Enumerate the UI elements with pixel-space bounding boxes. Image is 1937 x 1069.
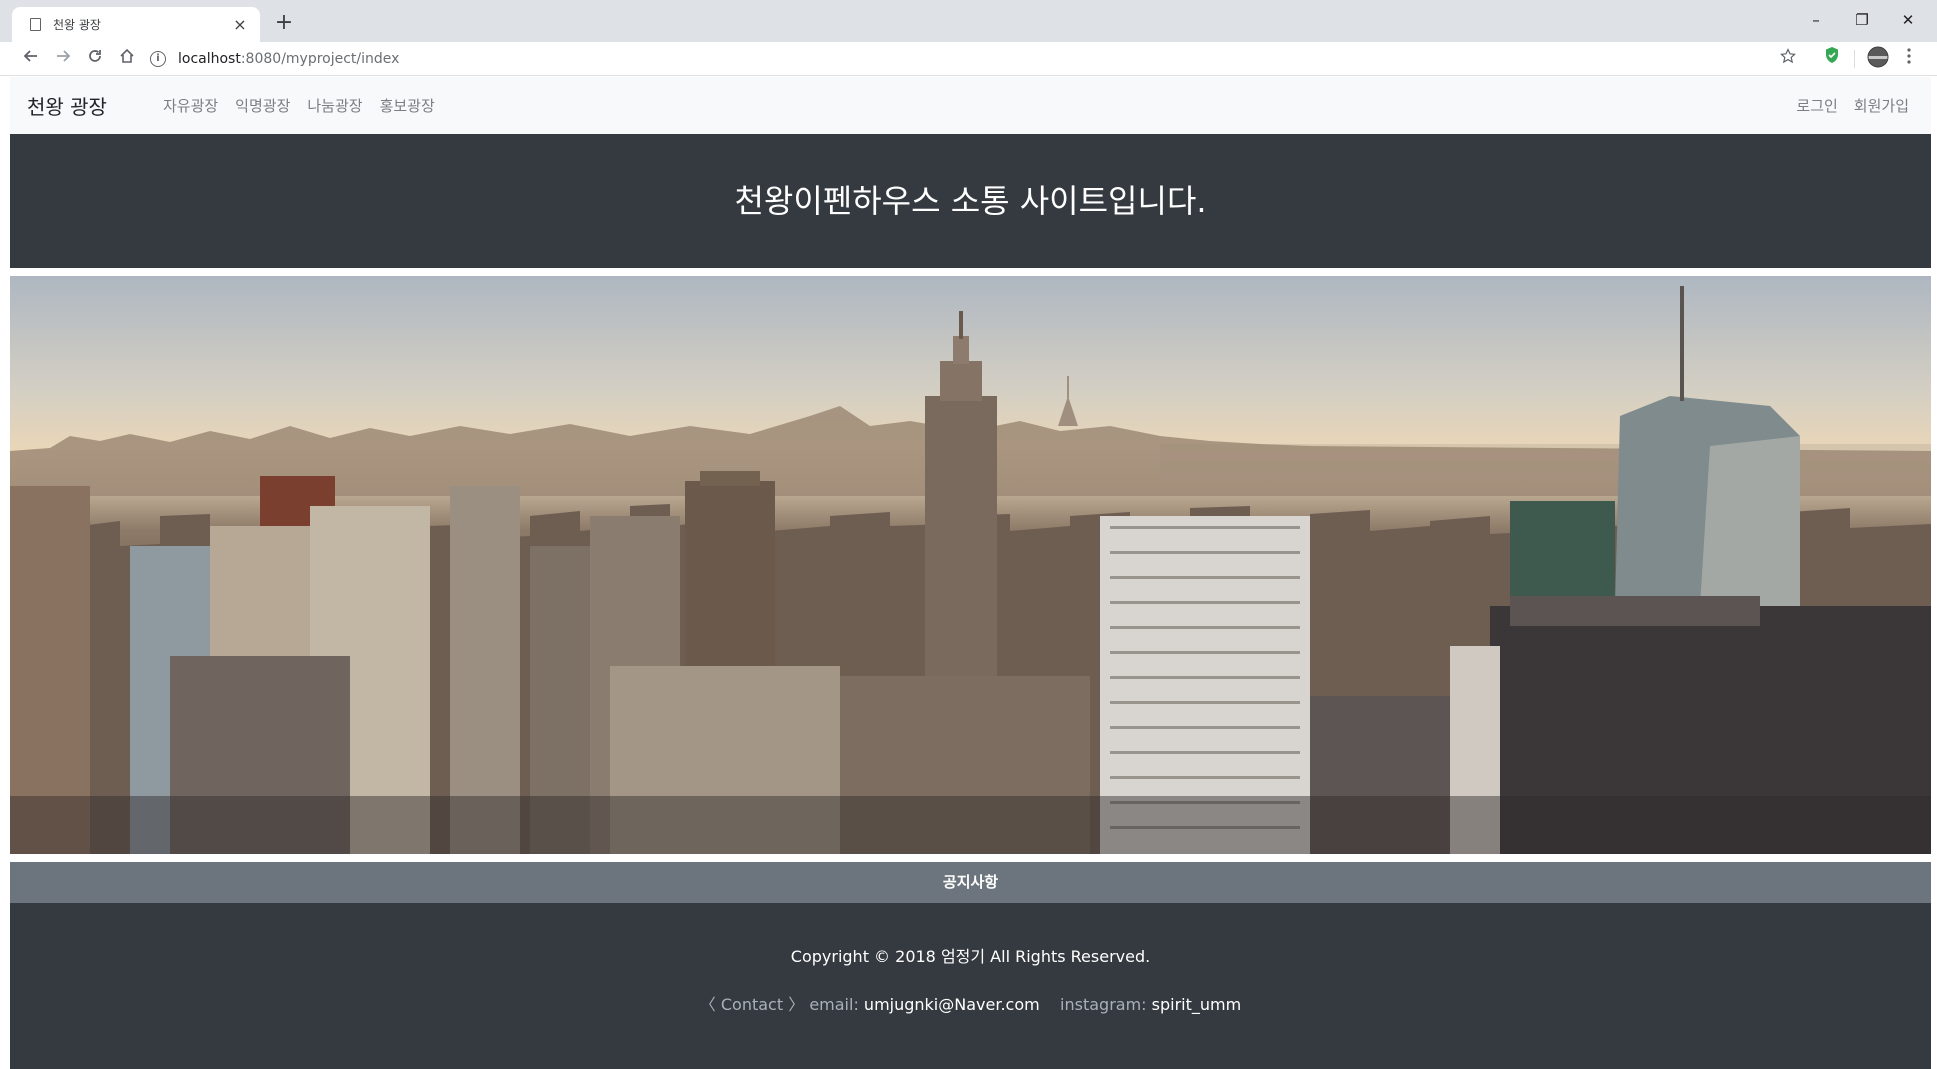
arrow-right-icon — [57, 50, 71, 62]
nav-link-promotion[interactable]: 홍보광장 — [380, 95, 435, 116]
notice-bar[interactable]: 공지사항 — [10, 862, 1931, 903]
url-path: :8080/myproject/index — [240, 51, 400, 67]
site-brand[interactable]: 천왕 광장 — [27, 91, 107, 120]
copyright-text: Copyright © 2018 엄정기 All Rights Reserved… — [790, 947, 1151, 966]
shield-icon[interactable] — [1821, 46, 1843, 72]
home-icon — [120, 48, 134, 63]
close-window-button[interactable]: ✕ — [1885, 6, 1931, 34]
email-value[interactable]: umjugnki@Naver.com — [864, 995, 1040, 1014]
instagram-value[interactable]: spirit_umm — [1152, 995, 1242, 1014]
url-host: localhost — [178, 51, 241, 67]
back-button[interactable] — [18, 46, 44, 72]
login-link[interactable]: 로그인 — [1796, 95, 1837, 116]
site-footer: Copyright © 2018 엄정기 All Rights Reserved… — [10, 903, 1931, 1069]
reload-icon — [89, 50, 101, 62]
minimize-button[interactable]: – — [1793, 6, 1839, 34]
signup-link[interactable]: 회원가입 — [1854, 95, 1909, 116]
instagram-label: instagram: — [1060, 995, 1147, 1014]
hero-banner: 천왕이펜하우스 소통 사이트입니다. — [10, 134, 1931, 268]
skyline-illustration — [10, 286, 1931, 854]
browser-tab[interactable]: 천왕 광장 × — [12, 7, 260, 42]
contact-line: 〈 Contact 〉 email: umjugnki@Naver.com in… — [10, 991, 1931, 1015]
email-label: email: — [809, 995, 859, 1014]
toolbar-divider — [1854, 46, 1856, 72]
new-tab-button[interactable]: + — [270, 10, 298, 38]
tab-close-icon[interactable]: × — [230, 15, 250, 35]
browser-tabstrip: 천왕 광장 × + – ❐ ✕ — [0, 0, 1937, 42]
notice-label: 공지사항 — [942, 873, 999, 891]
contact-label: 〈 Contact 〉 — [699, 995, 805, 1014]
hero-title: 천왕이펜하우스 소통 사이트입니다. — [734, 182, 1207, 220]
menu-kebab-icon[interactable] — [1902, 46, 1916, 72]
tab-title: 천왕 광장 — [53, 18, 101, 32]
address-bar[interactable]: i localhost :8080/myproject/index — [150, 45, 1800, 73]
arrow-left-icon — [23, 50, 37, 62]
forward-button[interactable] — [50, 46, 76, 72]
page-content: 천왕 광장 자유광장 익명광장 나눔광장 홍보광장 로그인 회원가입 천왕이펜하… — [10, 77, 1931, 1069]
info-icon[interactable]: i — [150, 51, 166, 67]
nav-auth-links: 로그인 회원가입 — [1780, 77, 1909, 134]
nav-link-free[interactable]: 자유광장 — [163, 95, 218, 116]
profile-avatar-icon[interactable] — [1866, 46, 1890, 72]
reload-button[interactable] — [82, 46, 108, 72]
nav-links: 자유광장 익명광장 나눔광장 홍보광장 — [163, 95, 452, 116]
restore-button[interactable]: ❐ — [1839, 6, 1885, 34]
site-navbar: 천왕 광장 자유광장 익명광장 나눔광장 홍보광장 로그인 회원가입 — [10, 77, 1931, 134]
city-skyline-image — [10, 276, 1931, 854]
home-button[interactable] — [114, 46, 140, 72]
nav-link-sharing[interactable]: 나눔광장 — [307, 95, 362, 116]
browser-toolbar: i localhost :8080/myproject/index — [0, 42, 1937, 76]
nav-link-anonymous[interactable]: 익명광장 — [235, 95, 290, 116]
bookmark-star-icon[interactable] — [1777, 46, 1799, 72]
page-icon — [30, 18, 41, 31]
